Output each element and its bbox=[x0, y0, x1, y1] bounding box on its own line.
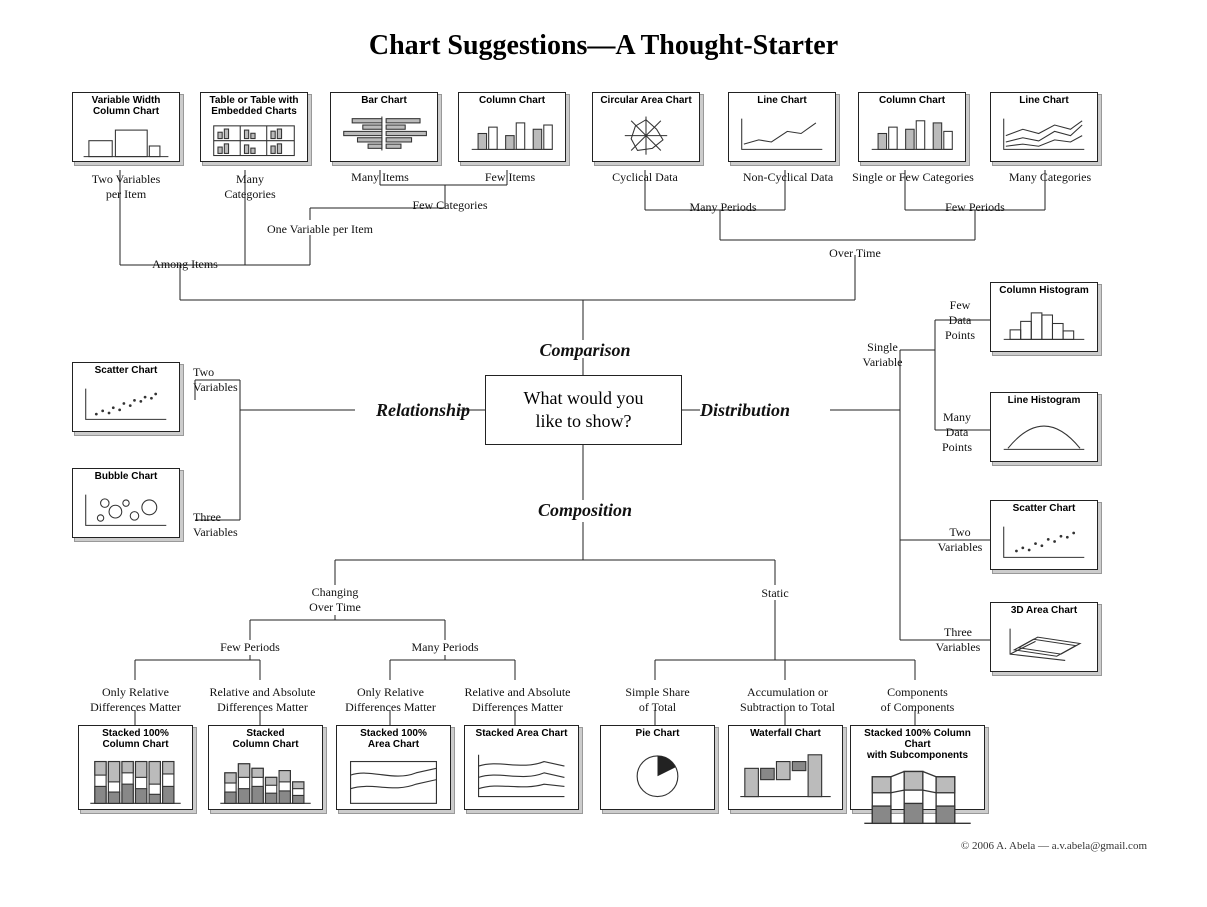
card-line-chart-right: Line Chart bbox=[990, 92, 1098, 162]
branch-relationship: Relationship bbox=[350, 400, 470, 421]
label-over-time: Over Time bbox=[815, 246, 895, 261]
card-title: Column Chart bbox=[459, 93, 565, 106]
label-two-vars-per-item: Two Variablesper Item bbox=[78, 172, 174, 202]
card-column-histogram: Column Histogram bbox=[990, 282, 1098, 352]
label-changing-over-time: ChangingOver Time bbox=[290, 585, 380, 615]
label-cyclical: Cyclical Data bbox=[600, 170, 690, 185]
card-title: Line Chart bbox=[991, 93, 1097, 106]
card-scatter-chart: Scatter Chart bbox=[72, 362, 180, 432]
label-two-variables-r: TwoVariables bbox=[930, 525, 990, 555]
branch-composition: Composition bbox=[520, 500, 650, 521]
label-simple-share: Simple Shareof Total bbox=[610, 685, 705, 715]
card-stacked-area: Stacked Area Chart bbox=[464, 725, 579, 810]
card-title: Circular Area Chart bbox=[593, 93, 699, 106]
label-single-variable: SingleVariable bbox=[855, 340, 910, 370]
label-few-periods-bot: Few Periods bbox=[205, 640, 295, 655]
card-title: Stacked Area Chart bbox=[465, 726, 578, 739]
label-rel-abs-1: Relative and AbsoluteDifferences Matter bbox=[200, 685, 325, 715]
label-only-rel-2: Only RelativeDifferences Matter bbox=[333, 685, 448, 715]
label-few-categories: Few Categories bbox=[400, 198, 500, 213]
center-question: What would youlike to show? bbox=[485, 375, 682, 445]
card-line-chart-top: Line Chart bbox=[728, 92, 836, 162]
card-title: Column Histogram bbox=[991, 283, 1097, 296]
label-two-variables: TwoVariables bbox=[193, 365, 253, 395]
card-scatter-chart-r: Scatter Chart bbox=[990, 500, 1098, 570]
label-few-items: Few Items bbox=[470, 170, 550, 185]
card-title: Stacked 100%Area Chart bbox=[337, 726, 450, 750]
card-table-embedded: Table or Table withEmbedded Charts bbox=[200, 92, 308, 162]
label-three-variables-r: ThreeVariables bbox=[928, 625, 988, 655]
label-single-or-few-cat: Single or Few Categories bbox=[838, 170, 988, 185]
label-among-items: Among Items bbox=[140, 257, 230, 272]
page-title: Chart Suggestions—A Thought-Starter bbox=[0, 30, 1207, 62]
card-title: Line Histogram bbox=[991, 393, 1097, 406]
card-title: Scatter Chart bbox=[991, 501, 1097, 514]
card-waterfall: Waterfall Chart bbox=[728, 725, 843, 810]
label-components: Componentsof Components bbox=[860, 685, 975, 715]
card-title: Pie Chart bbox=[601, 726, 714, 739]
label-one-var-per-item: One Variable per Item bbox=[250, 222, 390, 237]
card-title: Variable WidthColumn Chart bbox=[73, 93, 179, 117]
card-3d-area: 3D Area Chart bbox=[990, 602, 1098, 672]
branch-comparison: Comparison bbox=[520, 340, 650, 361]
card-pie-chart: Pie Chart bbox=[600, 725, 715, 810]
label-many-periods-top: Many Periods bbox=[678, 200, 768, 215]
label-accum-sub: Accumulation orSubtraction to Total bbox=[720, 685, 855, 715]
card-circular-area: Circular Area Chart bbox=[592, 92, 700, 162]
card-title: StackedColumn Chart bbox=[209, 726, 322, 750]
card-stacked-100-sub: Stacked 100% Column Chartwith Subcompone… bbox=[850, 725, 985, 810]
card-title: Stacked 100% Column Chartwith Subcompone… bbox=[851, 726, 984, 761]
card-title: Bubble Chart bbox=[73, 469, 179, 482]
card-title: Waterfall Chart bbox=[729, 726, 842, 739]
label-rel-abs-2: Relative and AbsoluteDifferences Matter bbox=[455, 685, 580, 715]
card-title: Line Chart bbox=[729, 93, 835, 106]
card-line-histogram: Line Histogram bbox=[990, 392, 1098, 462]
label-noncyclical: Non-Cyclical Data bbox=[728, 170, 848, 185]
label-many-categories-right: Many Categories bbox=[990, 170, 1110, 185]
card-title: Table or Table withEmbedded Charts bbox=[201, 93, 307, 117]
label-only-rel-1: Only RelativeDifferences Matter bbox=[78, 685, 193, 715]
card-title: Scatter Chart bbox=[73, 363, 179, 376]
card-stacked-100-area: Stacked 100%Area Chart bbox=[336, 725, 451, 810]
card-title: Column Chart bbox=[859, 93, 965, 106]
card-column-chart-top: Column Chart bbox=[458, 92, 566, 162]
card-variable-width-column: Variable WidthColumn Chart bbox=[72, 92, 180, 162]
card-column-chart-right: Column Chart bbox=[858, 92, 966, 162]
label-many-data-points: ManyDataPoints bbox=[932, 410, 982, 455]
label-many-categories-top: ManyCategories bbox=[210, 172, 290, 202]
label-few-periods-top: Few Periods bbox=[930, 200, 1020, 215]
card-bubble-chart: Bubble Chart bbox=[72, 468, 180, 538]
card-title: 3D Area Chart bbox=[991, 603, 1097, 616]
card-title: Stacked 100%Column Chart bbox=[79, 726, 192, 750]
card-title: Bar Chart bbox=[331, 93, 437, 106]
card-bar-chart: Bar Chart bbox=[330, 92, 438, 162]
label-few-data-points: FewDataPoints bbox=[940, 298, 980, 343]
copyright: © 2006 A. Abela — a.v.abela@gmail.com bbox=[961, 840, 1147, 852]
card-stacked-col: StackedColumn Chart bbox=[208, 725, 323, 810]
label-many-periods-bot: Many Periods bbox=[400, 640, 490, 655]
label-three-variables: ThreeVariables bbox=[193, 510, 263, 540]
branch-distribution: Distribution bbox=[700, 400, 830, 421]
label-static: Static bbox=[750, 586, 800, 601]
card-stacked-100-col: Stacked 100%Column Chart bbox=[78, 725, 193, 810]
label-many-items: Many Items bbox=[340, 170, 420, 185]
